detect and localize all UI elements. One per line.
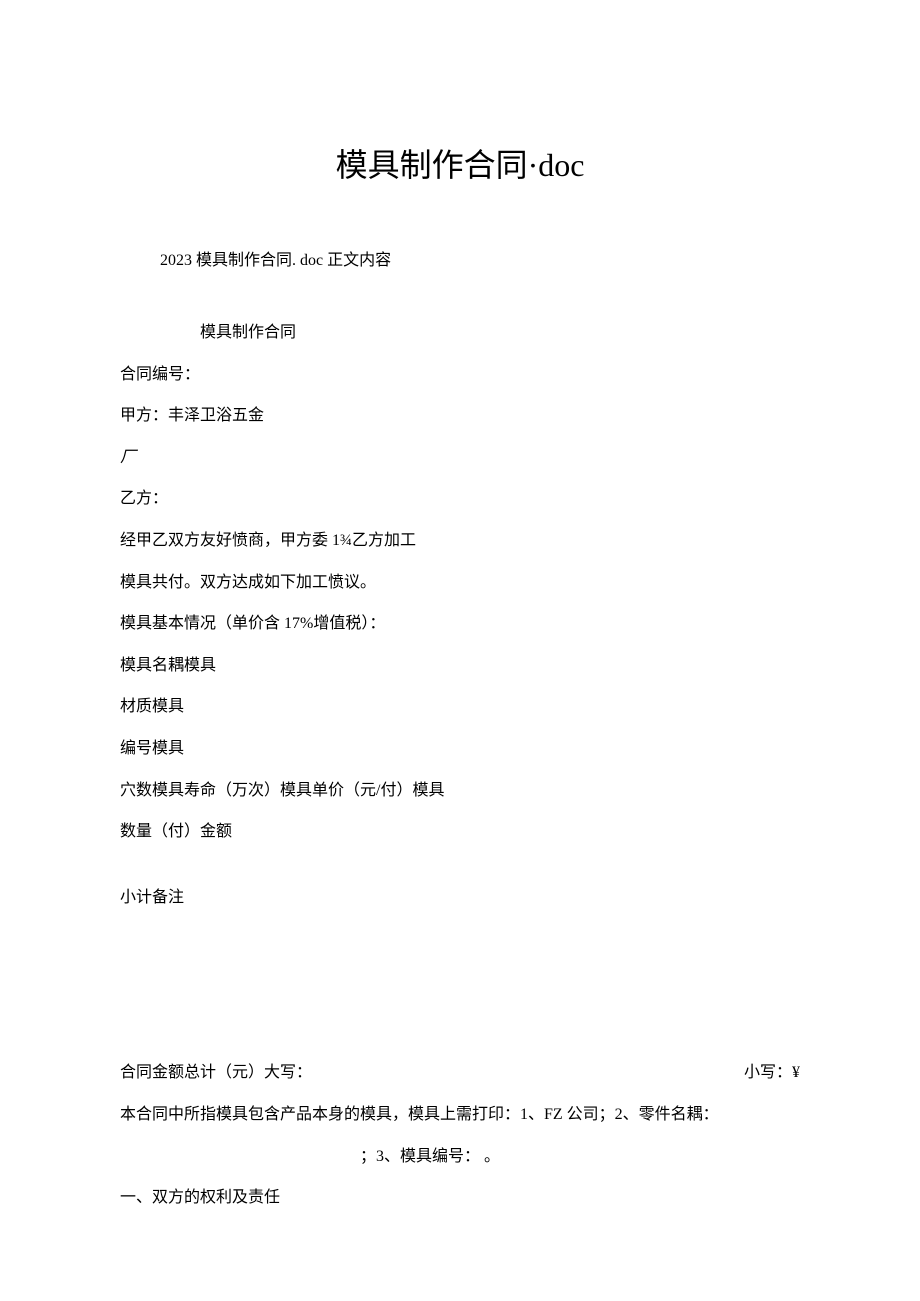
contract-heading: 模具制作合同 [120,320,800,346]
scope-line-2: ；3、模具编号： 。 [120,1144,800,1170]
number-line: 编号模具 [120,736,800,762]
qty-line: 数量（付）金额 [120,819,800,845]
molds-total-line: 模具共付。双方达成如下加工愤议。 [120,570,800,596]
negotiation-line: 经甲乙双方友好愤商，甲方委 1¾乙方加工 [120,528,800,554]
cavity-line: 穴数模具寿命（万次）模具单价（元/付）模具 [120,778,800,804]
party-b: 乙方： [120,486,800,512]
subtitle: 2023 模具制作合同. doc 正文内容 [120,246,800,270]
total-right: 小写：¥ [744,1060,800,1086]
total-amount-line: 合同金额总计（元）大写： 小写：¥ [120,1060,800,1086]
scope-line: 本合同中所指模具包含产品本身的模具，模具上需打印：1、FZ 公司；2、零件名耦： [120,1102,800,1128]
factory-line: 厂 [120,445,800,471]
party-a: 甲方：丰泽卫浴五金 [120,403,800,429]
contract-number: 合同编号： [120,362,800,388]
material-line: 材质模具 [120,694,800,720]
document-title: 模具制作合同·doc [120,140,800,186]
subtotal-line: 小计备注 [120,885,800,911]
section-1-heading: 一、双方的权利及责任 [120,1185,800,1211]
total-left: 合同金额总计（元）大写： [120,1060,312,1086]
mold-name-line: 模具名耦模具 [120,653,800,679]
basic-info-line: 模具基本情况（单价含 17%增值税）： [120,611,800,637]
